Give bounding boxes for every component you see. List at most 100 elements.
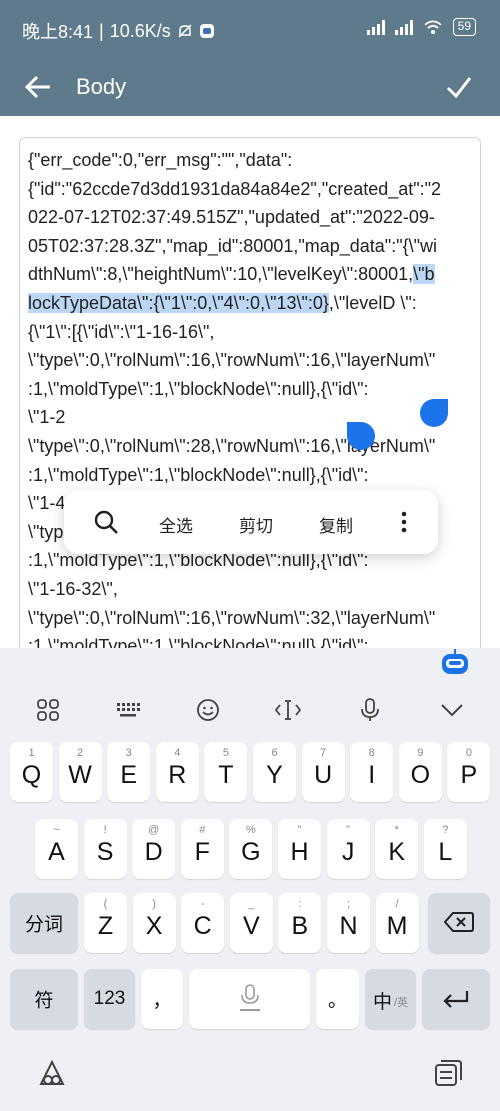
key-z[interactable]: (Z xyxy=(84,893,127,953)
body-text-segment: :1,\"moldType\":1,\"blockNode\":null},{\… xyxy=(28,464,369,485)
collapse-keyboard-icon[interactable] xyxy=(432,690,472,730)
body-text-line: :1,\"moldType\":1,\"blockNode\":null},{\… xyxy=(28,461,474,490)
search-icon[interactable] xyxy=(92,508,120,536)
app-notification-icon xyxy=(199,24,214,38)
key-secondary-label: : xyxy=(298,898,302,910)
body-text-segment: {"id":"62ccde7d3dd1931da84a84e2","create… xyxy=(28,178,442,199)
key-label: 分词 xyxy=(24,914,63,936)
period-key[interactable]: 。 xyxy=(316,969,359,1029)
key-secondary-label: 4 xyxy=(174,747,181,759)
key-l[interactable]: ? L xyxy=(423,819,467,879)
key-label: H xyxy=(290,838,309,866)
key-label: F xyxy=(194,838,210,866)
backspace-key[interactable] xyxy=(428,893,490,953)
key-t[interactable]: 5T xyxy=(204,742,248,802)
key-secondary-label: 5 xyxy=(222,747,229,759)
key-r[interactable]: 4R xyxy=(155,742,199,802)
key-m[interactable]: / M xyxy=(375,893,419,953)
body-text[interactable]: {"err_code":0,"err_msg":"","data": {"id":… xyxy=(28,146,474,656)
key-k[interactable]: * K xyxy=(375,819,419,879)
body-text-line: 05T02:37:28.3Z","map_id":80001,"map_data… xyxy=(28,232,474,261)
page-title: Body xyxy=(76,74,127,99)
key-label: M xyxy=(386,912,408,940)
select-all-button[interactable]: 全选 xyxy=(159,512,193,537)
emoji-icon[interactable] xyxy=(188,690,228,730)
key-j[interactable]: " J xyxy=(326,819,370,879)
key-label: I xyxy=(368,761,376,789)
cursor-move-icon[interactable] xyxy=(268,690,308,730)
key-q[interactable]: 1Q xyxy=(10,742,53,802)
confirm-check-icon[interactable] xyxy=(442,70,476,104)
keyboard-bottom-bar xyxy=(0,1040,500,1111)
app-bar: Body xyxy=(0,58,500,116)
backspace-icon xyxy=(444,912,474,932)
key-label: Q xyxy=(21,761,42,789)
key-a[interactable]: ~ A xyxy=(35,819,78,879)
number-key[interactable]: 123 xyxy=(84,969,135,1029)
swipe-input-icon[interactable] xyxy=(36,1058,68,1090)
comma-key[interactable]: ， xyxy=(141,969,183,1029)
selection-end-handle[interactable] xyxy=(420,399,448,427)
body-text-segment: dthNum\":8,\"heightNum\":10,\"levelKey\"… xyxy=(28,264,414,285)
key-secondary-label: % xyxy=(246,824,256,836)
key-p[interactable]: 0P xyxy=(447,742,491,802)
key-x[interactable]: ) X xyxy=(132,893,176,953)
selected-text: lockTypeData\":{\"1\":0,\"4\":0,\"13\":0… xyxy=(28,292,329,313)
key-c[interactable]: -C xyxy=(181,893,225,953)
back-arrow-icon[interactable] xyxy=(22,70,56,104)
keyboard-layout-icon[interactable] xyxy=(108,690,148,730)
body-text-line: lockTypeData\":{\"1\":0,\"4\":0,\"13\":0… xyxy=(28,289,474,318)
battery-icon: 59 xyxy=(452,18,476,36)
key-o[interactable]: 9O xyxy=(398,742,442,802)
enter-key[interactable] xyxy=(422,969,490,1029)
key-label: K xyxy=(388,838,406,866)
selected-text: \"b xyxy=(413,264,435,285)
cut-button[interactable]: 剪切 xyxy=(239,512,273,537)
key-secondary-label: * xyxy=(394,824,399,836)
key-f[interactable]: # F xyxy=(180,819,224,879)
key-e[interactable]: 3E xyxy=(107,742,151,802)
key-w[interactable]: 2W xyxy=(58,742,102,802)
space-key[interactable] xyxy=(189,969,310,1029)
copy-button[interactable]: 复制 xyxy=(319,512,353,537)
key-label: R xyxy=(168,761,187,789)
more-vert-icon[interactable] xyxy=(392,510,416,534)
assistant-bot-icon[interactable] xyxy=(438,648,472,678)
key-g[interactable]: % G xyxy=(229,819,273,879)
key-secondary-label: 1 xyxy=(28,747,35,759)
key-s[interactable]: ! S xyxy=(83,819,127,879)
body-text-segment: :1,\"moldType\":1,\"blockNode\":null},{\… xyxy=(28,378,369,399)
key-v[interactable]: _ V xyxy=(229,893,273,953)
key-u[interactable]: 7U xyxy=(301,742,345,802)
key-y[interactable]: 6Y xyxy=(253,742,296,802)
body-text-segment: 05T02:37:28.3Z","map_id":80001,"map_data… xyxy=(28,235,437,256)
clipboard-icon[interactable] xyxy=(432,1058,464,1090)
key-h[interactable]: " H xyxy=(278,819,321,879)
key-label: T xyxy=(218,761,234,789)
key-label: V xyxy=(242,912,260,940)
signal-2-icon xyxy=(394,19,413,35)
status-left: 晚上8:41 | 10.6K/s xyxy=(22,18,215,44)
key-d[interactable]: @ D xyxy=(132,819,176,879)
key-label: B xyxy=(291,912,309,940)
key-i[interactable]: 8I xyxy=(350,742,394,802)
microphone-icon[interactable] xyxy=(350,690,390,730)
apps-grid-icon[interactable] xyxy=(28,690,68,730)
segment-key[interactable]: 分词 xyxy=(10,893,78,953)
language-switch-key[interactable]: 中/英 xyxy=(365,969,416,1029)
body-textarea[interactable]: {"err_code":0,"err_msg":"","data": {"id":… xyxy=(19,137,481,657)
signal-icon xyxy=(366,19,385,35)
key-label: O xyxy=(410,761,431,789)
key-secondary-label: 2 xyxy=(77,747,84,759)
voice-space-icon xyxy=(240,984,260,1011)
selection-start-handle[interactable] xyxy=(347,422,375,450)
body-text-segment: ,\"levelD \": xyxy=(328,292,417,313)
key-n[interactable]: ; N xyxy=(327,893,370,953)
body-text-segment: {"err_code":0,"err_msg":"","data": xyxy=(28,150,293,170)
body-text-line: 022-07-12T02:37:49.515Z","updated_at":"2… xyxy=(28,203,474,232)
key-secondary-label: /英 xyxy=(394,997,409,1009)
key-b[interactable]: :B xyxy=(278,893,322,953)
symbol-key[interactable]: 符 xyxy=(10,969,78,1029)
key-label: Z xyxy=(97,912,114,940)
key-label: ， xyxy=(152,990,172,1012)
